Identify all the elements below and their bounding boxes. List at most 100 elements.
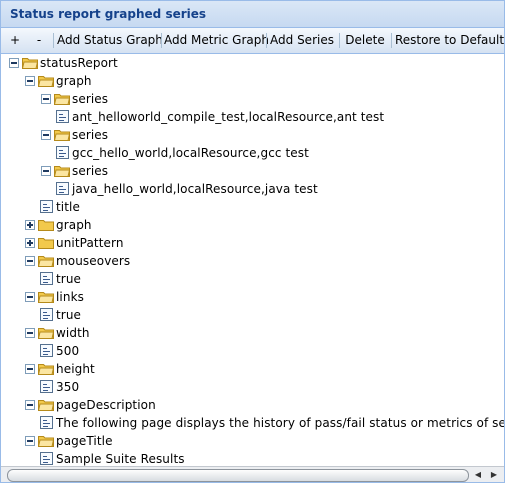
tree-leaf-node[interactable]: gcc_hello_world,localResource,gcc test (1, 144, 504, 162)
tree-node-label: true (56, 308, 82, 322)
folder-open-icon (38, 328, 54, 339)
tree-node-label: unitPattern (56, 236, 124, 250)
tree-leaf-node[interactable]: 350 (1, 378, 504, 396)
collapse-node-icon[interactable] (25, 76, 35, 86)
tree-folder-node[interactable]: links (1, 288, 504, 306)
expand-node-icon[interactable] (25, 220, 35, 230)
leaf-value-icon (40, 344, 53, 357)
collapse-node-icon[interactable] (25, 400, 35, 410)
collapse-node-icon[interactable] (25, 364, 35, 374)
collapse-node-icon[interactable] (25, 328, 35, 338)
tree-node-label: width (56, 326, 90, 340)
delete-button[interactable]: Delete (342, 28, 388, 53)
tree-leaf-node[interactable]: title (1, 198, 504, 216)
leaf-value-icon (56, 146, 69, 159)
tree-node-label: height (56, 362, 95, 376)
leaf-value-icon (40, 272, 53, 285)
folder-icon (38, 238, 54, 249)
tree-node-label: statusReport (40, 56, 118, 70)
leaf-value-icon (40, 308, 53, 321)
tree-folder-node[interactable]: pageDescription (1, 396, 504, 414)
folder-open-icon (38, 292, 54, 303)
config-tree: statusReport graph series ant_helloworld_co… (1, 54, 504, 466)
tree-folder-node[interactable]: series (1, 126, 504, 144)
folder-open-icon (54, 94, 70, 105)
tree-folder-node[interactable]: statusReport (1, 54, 504, 72)
tree-leaf-node[interactable]: ant_helloworld_compile_test,localResourc… (1, 108, 504, 126)
collapse-all-button[interactable]: - (31, 28, 47, 53)
add-status-graph-button[interactable]: Add Status Graph (57, 28, 163, 53)
scrollbar-thumb[interactable] (7, 469, 469, 482)
tree-node-label: series (72, 128, 109, 142)
tree-node-label: title (56, 200, 80, 214)
tree-node-label: pageDescription (56, 398, 156, 412)
collapse-node-icon[interactable] (25, 436, 35, 446)
collapse-node-icon[interactable] (25, 292, 35, 302)
tree-node-label: series (72, 164, 109, 178)
tree-folder-node[interactable]: graph (1, 72, 504, 90)
toolbar-separator (266, 33, 267, 48)
panel-header: Status report graphed series (1, 1, 504, 28)
expand-node-icon[interactable] (25, 238, 35, 248)
toolbar-separator (161, 33, 162, 48)
folder-icon (38, 220, 54, 231)
tree-node-label: links (56, 290, 84, 304)
tree-node-label: true (56, 272, 82, 286)
folder-open-icon (38, 256, 54, 267)
leaf-value-icon (56, 110, 69, 123)
tree-folder-node[interactable]: pageTitle (1, 432, 504, 450)
tree-leaf-node[interactable]: true (1, 270, 504, 288)
toolbar-separator (53, 33, 54, 48)
collapse-node-icon[interactable] (25, 256, 35, 266)
collapse-node-icon[interactable] (41, 130, 51, 140)
tree-leaf-node[interactable]: The following page displays the history … (1, 414, 504, 432)
tree-folder-node[interactable]: graph (1, 216, 504, 234)
tree-node-label: 500 (56, 344, 80, 358)
tree-folder-node[interactable]: mouseovers (1, 252, 504, 270)
tree-leaf-node[interactable]: java_hello_world,localResource,java test (1, 180, 504, 198)
tree-folder-node[interactable]: width (1, 324, 504, 342)
scroll-left-icon[interactable]: ◀ (471, 467, 485, 482)
toolbar: + - Add Status Graph Add Metric Graph Ad… (1, 28, 504, 54)
add-metric-graph-button[interactable]: Add Metric Graph (164, 28, 269, 53)
add-series-button[interactable]: Add Series (269, 28, 335, 53)
tree-leaf-node[interactable]: true (1, 306, 504, 324)
folder-open-icon (38, 76, 54, 87)
tree-leaf-node[interactable]: Sample Suite Results (1, 450, 504, 466)
restore-defaults-button[interactable]: Restore to Defaults (395, 28, 504, 53)
tree-node-label: java_hello_world,localResource,java test (72, 182, 318, 196)
tree-node-label: series (72, 92, 109, 106)
toolbar-separator (339, 33, 340, 48)
leaf-value-icon (56, 182, 69, 195)
panel-title: Status report graphed series (10, 7, 207, 21)
tree-node-label: pageTitle (56, 434, 113, 448)
collapse-node-icon[interactable] (41, 166, 51, 176)
collapse-node-icon[interactable] (9, 58, 19, 68)
leaf-value-icon (40, 380, 53, 393)
expand-all-button[interactable]: + (7, 28, 23, 53)
scroll-right-icon[interactable]: ▶ (487, 467, 501, 482)
folder-open-icon (38, 436, 54, 447)
tree-folder-node[interactable]: height (1, 360, 504, 378)
leaf-value-icon (40, 200, 53, 213)
collapse-node-icon[interactable] (41, 94, 51, 104)
folder-open-icon (38, 400, 54, 411)
tree-folder-node[interactable]: unitPattern (1, 234, 504, 252)
folder-open-icon (38, 364, 54, 375)
status-report-panel: Status report graphed series + - Add Sta… (0, 0, 505, 483)
folder-open-icon (54, 166, 70, 177)
tree-node-label: graph (56, 218, 92, 232)
tree-node-label: The following page displays the history … (56, 416, 504, 430)
tree-folder-node[interactable]: series (1, 90, 504, 108)
tree-leaf-node[interactable]: 500 (1, 342, 504, 360)
horizontal-scrollbar[interactable]: ◀ ▶ (1, 466, 504, 482)
tree-node-label: gcc_hello_world,localResource,gcc test (72, 146, 309, 160)
tree-folder-node[interactable]: series (1, 162, 504, 180)
leaf-value-icon (40, 416, 53, 429)
tree-node-label: mouseovers (56, 254, 131, 268)
folder-open-icon (54, 130, 70, 141)
leaf-value-icon (40, 452, 53, 465)
tree-node-label: ant_helloworld_compile_test,localResourc… (72, 110, 385, 124)
tree-node-label: graph (56, 74, 92, 88)
folder-open-icon (22, 58, 38, 69)
